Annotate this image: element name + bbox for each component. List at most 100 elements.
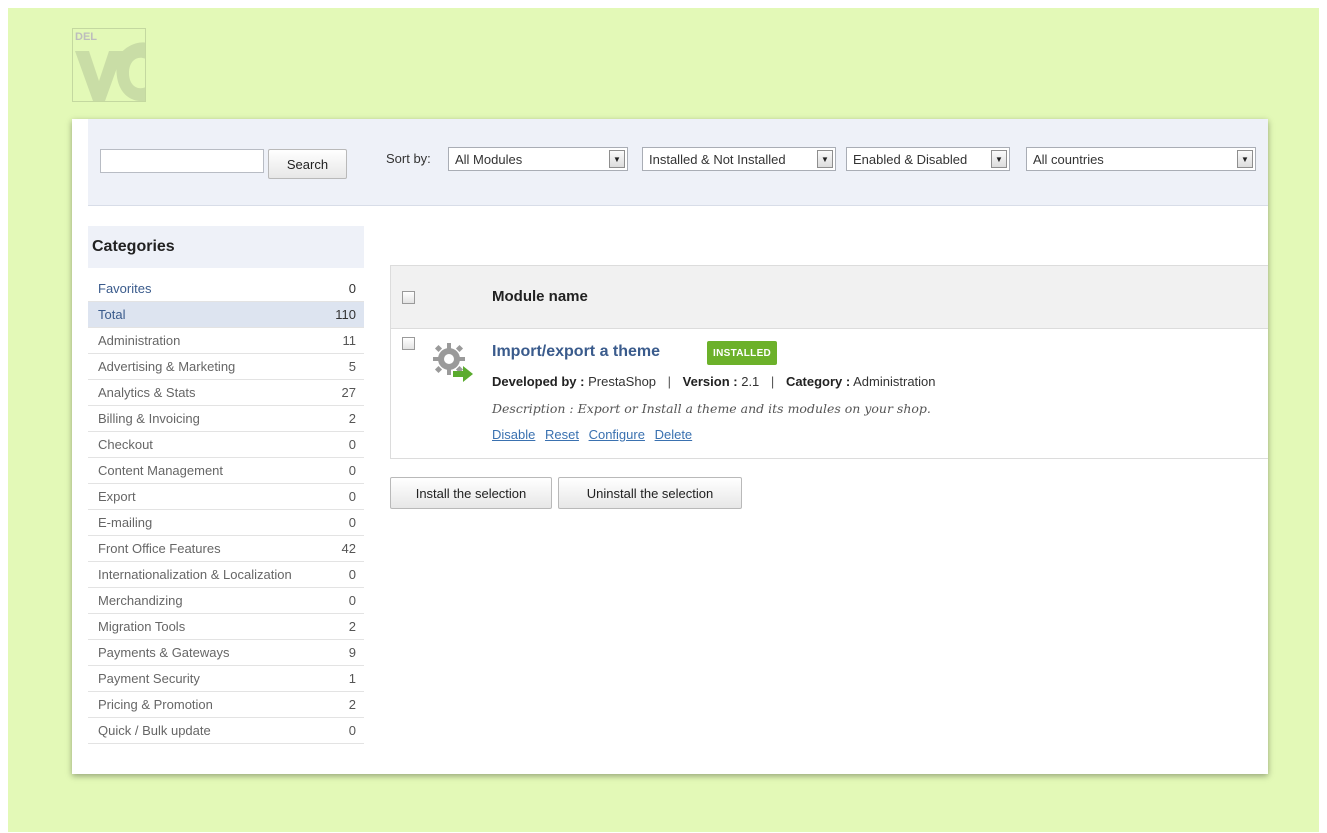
reset-link[interactable]: Reset bbox=[545, 427, 579, 442]
chevron-down-icon[interactable]: ▼ bbox=[1237, 150, 1253, 168]
developer-value: PrestaShop bbox=[588, 374, 657, 389]
modules-panel: Search Sort by: All Modules ▼ Installed … bbox=[72, 119, 1268, 774]
category-label: Billing & Invoicing bbox=[98, 411, 200, 426]
category-label: Export bbox=[98, 489, 136, 504]
category-count: 0 bbox=[348, 463, 356, 478]
category-count: 5 bbox=[348, 359, 356, 374]
version-label: Version : bbox=[682, 374, 738, 389]
category-count: 2 bbox=[348, 697, 356, 712]
category-count: 1 bbox=[348, 671, 356, 686]
category-count: 9 bbox=[348, 645, 356, 660]
category-label: Pricing & Promotion bbox=[98, 697, 213, 712]
category-count: 0 bbox=[348, 281, 356, 296]
status-badge: INSTALLED bbox=[707, 341, 778, 365]
meta-separator: | bbox=[770, 374, 775, 389]
category-label: Checkout bbox=[98, 437, 153, 452]
category-label: Payments & Gateways bbox=[98, 645, 230, 660]
table-row: Import/export a theme INSTALLED Develope… bbox=[390, 329, 1268, 459]
category-label: Favorites bbox=[98, 281, 152, 296]
install-status-select[interactable]: Installed & Not Installed ▼ bbox=[642, 147, 836, 171]
category-count: 0 bbox=[348, 723, 356, 738]
filter-toolbar: Search Sort by: All Modules ▼ Installed … bbox=[88, 119, 1268, 206]
category-count: 0 bbox=[348, 489, 356, 504]
category-item-checkout[interactable]: Checkout 0 bbox=[88, 432, 364, 458]
country-value: All countries bbox=[1033, 151, 1104, 167]
developer-label: Developed by : bbox=[492, 374, 585, 389]
category-label: Quick / Bulk update bbox=[98, 723, 211, 738]
module-meta: Developed by : PrestaShop | Version : 2.… bbox=[492, 374, 936, 389]
chevron-down-icon[interactable]: ▼ bbox=[609, 150, 625, 168]
search-input[interactable] bbox=[100, 149, 264, 173]
module-select-checkbox[interactable] bbox=[402, 337, 415, 350]
country-select[interactable]: All countries ▼ bbox=[1026, 147, 1256, 171]
module-actions: Disable Reset Configure Delete bbox=[492, 427, 698, 442]
category-value: Administration bbox=[853, 374, 936, 389]
enabled-status-value: Enabled & Disabled bbox=[853, 151, 968, 167]
category-count: 0 bbox=[348, 567, 356, 582]
disable-link[interactable]: Disable bbox=[492, 427, 535, 442]
category-count: 42 bbox=[341, 541, 356, 556]
module-description: Description : Export or Install a theme … bbox=[492, 401, 931, 416]
meta-separator: | bbox=[667, 374, 672, 389]
category-item-favorites[interactable]: Favorites 0 bbox=[88, 276, 364, 302]
sort-label: Sort by: bbox=[386, 151, 431, 166]
category-label: Analytics & Stats bbox=[98, 385, 196, 400]
search-button[interactable]: Search bbox=[268, 149, 347, 179]
category-label: Internationalization & Localization bbox=[98, 567, 292, 582]
module-name-column-header: Module name bbox=[492, 288, 588, 305]
category-count: 110 bbox=[335, 307, 356, 322]
category-count: 2 bbox=[348, 411, 356, 426]
category-item-payment-security[interactable]: Payment Security 1 bbox=[88, 666, 364, 692]
category-count: 27 bbox=[341, 385, 356, 400]
category-label: Advertising & Marketing bbox=[98, 359, 236, 374]
category-label: Administration bbox=[98, 333, 181, 348]
module-title[interactable]: Import/export a theme bbox=[492, 343, 660, 361]
category-item-payments[interactable]: Payments & Gateways 9 bbox=[88, 640, 364, 666]
modules-table-header: Module name bbox=[390, 265, 1268, 329]
chevron-down-icon[interactable]: ▼ bbox=[991, 150, 1007, 168]
uninstall-selection-button[interactable]: Uninstall the selection bbox=[558, 477, 742, 509]
category-item-analytics[interactable]: Analytics & Stats 27 bbox=[88, 380, 364, 406]
category-item-bulk-update[interactable]: Quick / Bulk update 0 bbox=[88, 718, 364, 744]
module-type-select[interactable]: All Modules ▼ bbox=[448, 147, 628, 171]
category-label: Merchandizing bbox=[98, 593, 183, 608]
brand-logo: DEL bbox=[72, 28, 146, 102]
category-count: 0 bbox=[348, 437, 356, 452]
install-status-value: Installed & Not Installed bbox=[649, 151, 786, 167]
gear-export-icon bbox=[433, 343, 473, 382]
category-item-billing[interactable]: Billing & Invoicing 2 bbox=[88, 406, 364, 432]
category-item-emailing[interactable]: E-mailing 0 bbox=[88, 510, 364, 536]
category-count: 0 bbox=[348, 593, 356, 608]
enabled-status-select[interactable]: Enabled & Disabled ▼ bbox=[846, 147, 1010, 171]
categories-title: Categories bbox=[88, 226, 364, 268]
logo-text: DEL bbox=[75, 31, 97, 43]
category-item-migration[interactable]: Migration Tools 2 bbox=[88, 614, 364, 640]
logo-icon: DEL bbox=[75, 31, 145, 101]
configure-link[interactable]: Configure bbox=[589, 427, 645, 442]
chevron-down-icon[interactable]: ▼ bbox=[817, 150, 833, 168]
category-count: 0 bbox=[348, 515, 356, 530]
category-item-pricing[interactable]: Pricing & Promotion 2 bbox=[88, 692, 364, 718]
category-label: Total bbox=[98, 307, 126, 322]
categories-list: Favorites 0 Total 110 Administration 11 Adv… bbox=[88, 276, 364, 744]
category-item-i18n[interactable]: Internationalization & Localization 0 bbox=[88, 562, 364, 588]
module-type-value: All Modules bbox=[455, 151, 523, 167]
category-item-front-office[interactable]: Front Office Features 42 bbox=[88, 536, 364, 562]
category-label: Front Office Features bbox=[98, 541, 221, 556]
category-count: 2 bbox=[348, 619, 356, 634]
select-all-checkbox[interactable] bbox=[402, 291, 415, 304]
category-label: Migration Tools bbox=[98, 619, 186, 634]
category-item-export[interactable]: Export 0 bbox=[88, 484, 364, 510]
category-item-merchandizing[interactable]: Merchandizing 0 bbox=[88, 588, 364, 614]
category-item-advertising[interactable]: Advertising & Marketing 5 bbox=[88, 354, 364, 380]
category-count: 11 bbox=[342, 333, 357, 348]
install-selection-button[interactable]: Install the selection bbox=[390, 477, 552, 509]
category-label: Category : bbox=[785, 374, 851, 389]
category-item-content[interactable]: Content Management 0 bbox=[88, 458, 364, 484]
category-label: Payment Security bbox=[98, 671, 200, 686]
category-label: E-mailing bbox=[98, 515, 153, 530]
category-item-administration[interactable]: Administration 11 bbox=[88, 328, 364, 354]
category-label: Content Management bbox=[98, 463, 224, 478]
category-item-total[interactable]: Total 110 bbox=[88, 302, 364, 328]
delete-link[interactable]: Delete bbox=[655, 427, 693, 442]
